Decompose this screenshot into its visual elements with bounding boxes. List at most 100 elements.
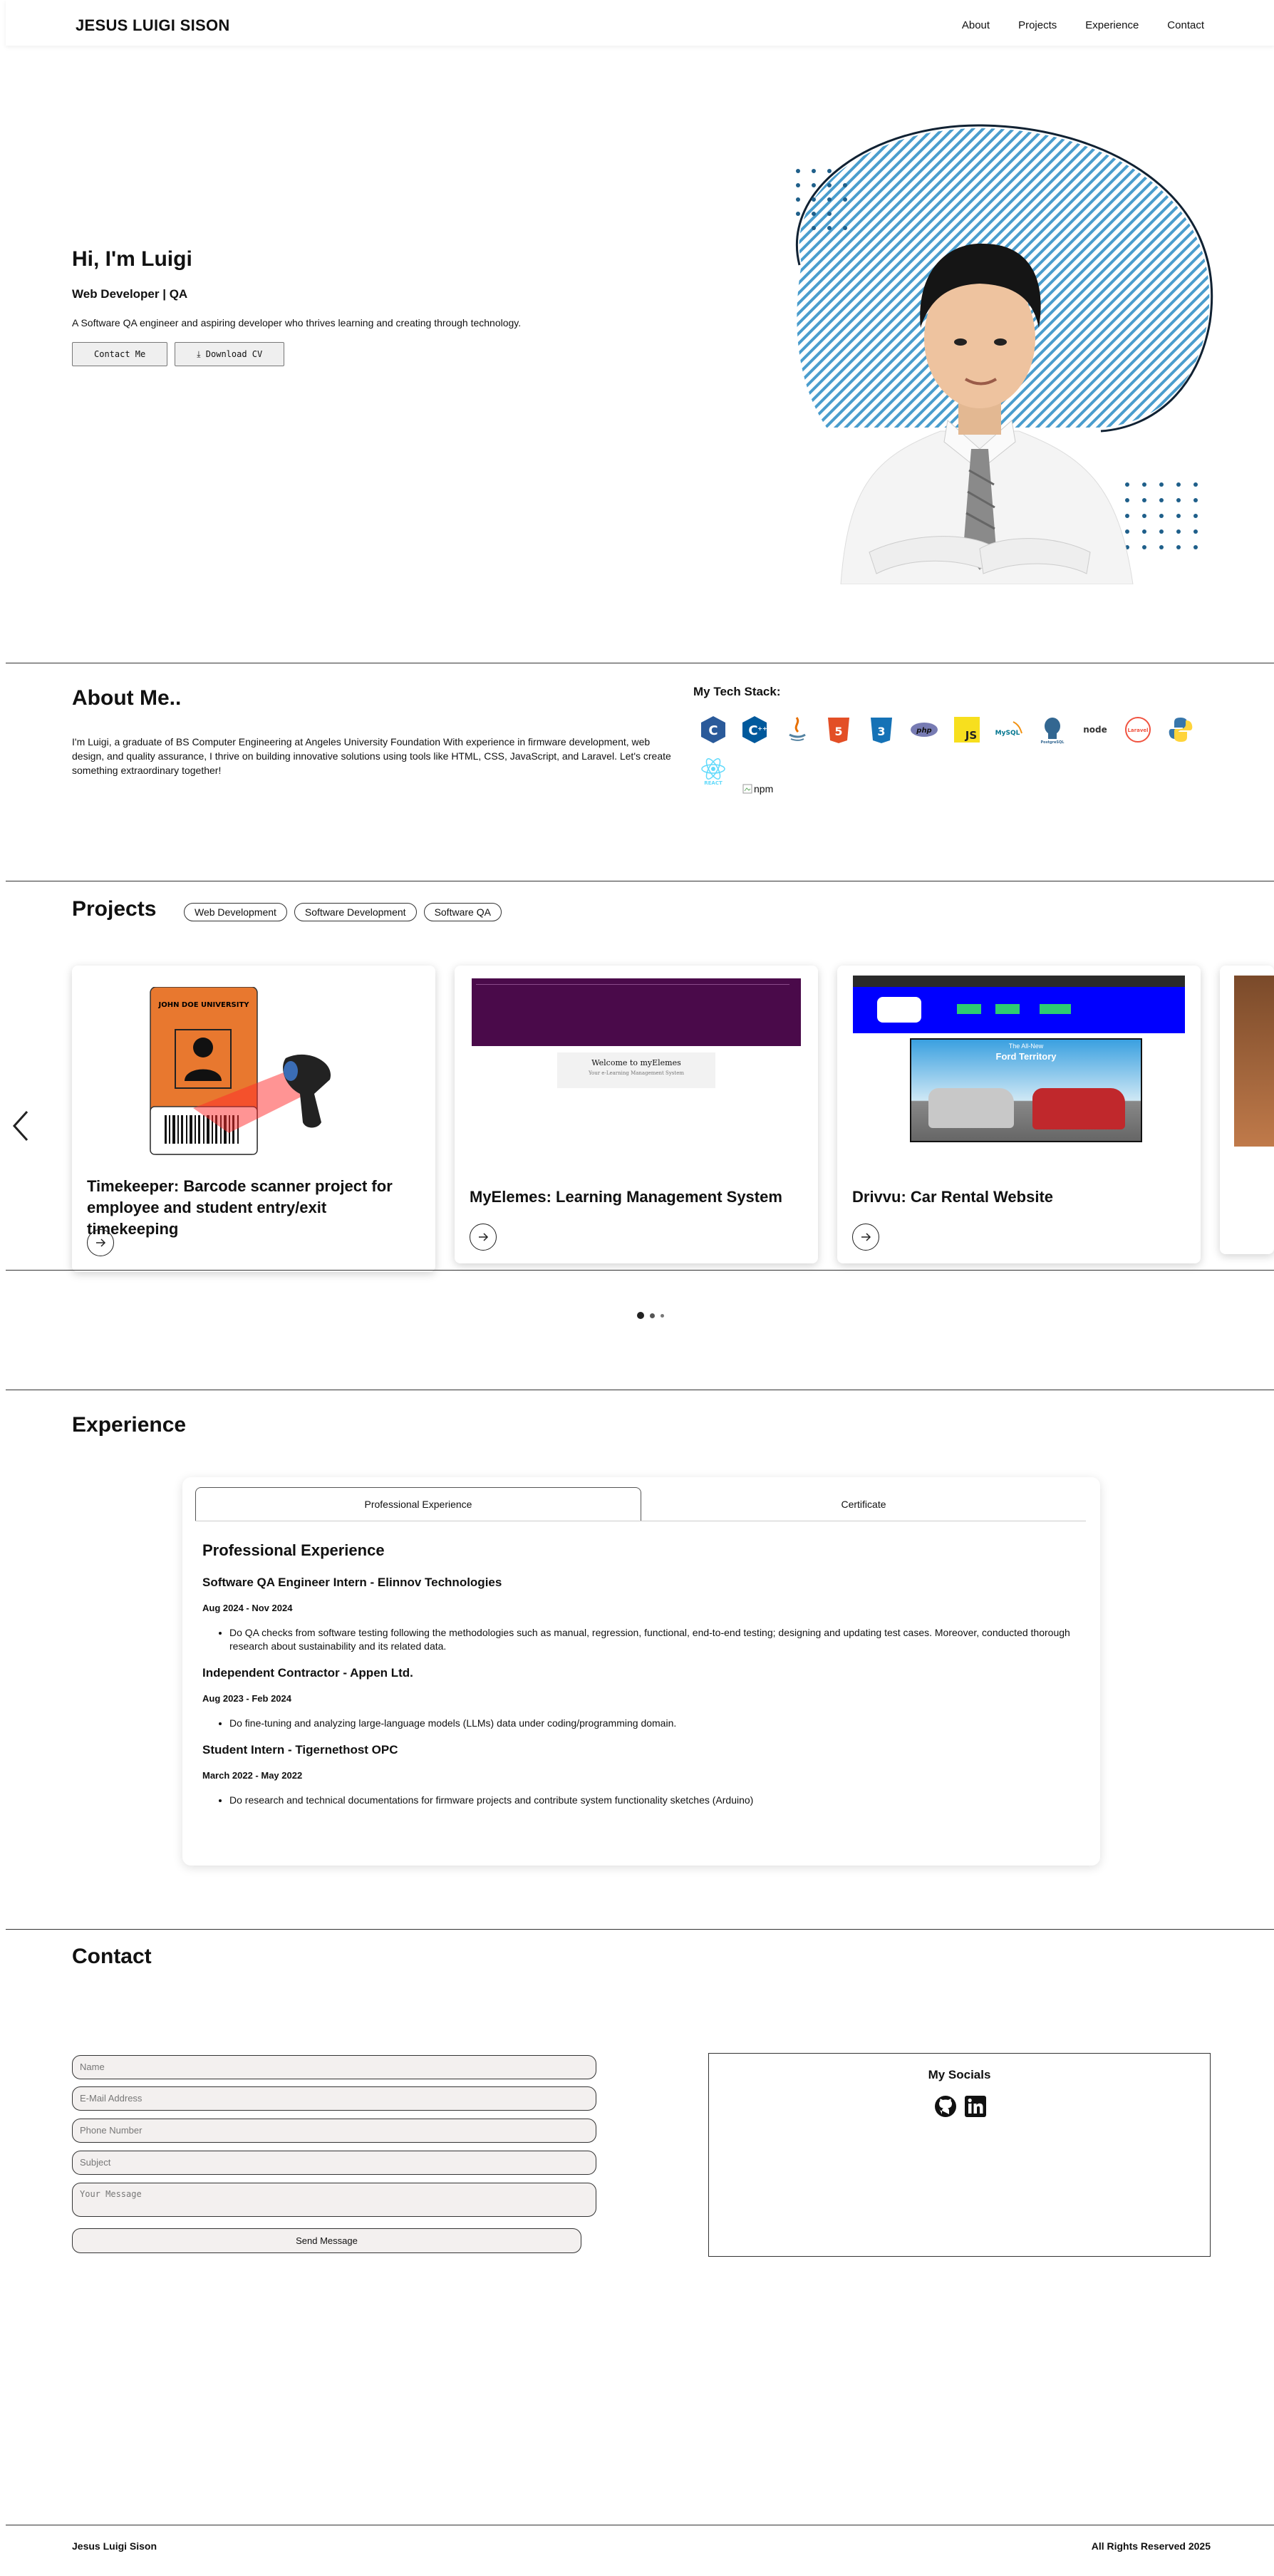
project-filters: Web Development Software Development Sof… xyxy=(184,903,502,921)
contact-me-button[interactable]: Contact Me xyxy=(72,342,168,366)
project-card-timekeeper[interactable]: JOHN DOE UNIVERSITY Timekeeper: Barcode … xyxy=(72,966,435,1272)
hero-description: A Software QA engineer and aspiring deve… xyxy=(72,317,522,329)
svg-text:node: node xyxy=(1083,725,1107,735)
svg-text:5: 5 xyxy=(834,725,842,738)
carousel-dot[interactable] xyxy=(650,1313,655,1318)
about-text: I'm Luigi, a graduate of BS Computer Eng… xyxy=(72,736,671,776)
project-card-drivvu[interactable]: The All-New Ford Territory Drivvu: Car R… xyxy=(837,966,1201,1263)
svg-text:REACT: REACT xyxy=(704,780,723,786)
laravel-icon: Laravel xyxy=(1125,717,1151,743)
job-bullet: Do fine-tuning and analyzing large-langu… xyxy=(229,1717,1079,1730)
message-field[interactable]: Your Message xyxy=(72,2183,596,2217)
broken-image-icon xyxy=(742,784,752,794)
svg-text:MySQL: MySQL xyxy=(995,730,1020,737)
svg-text:JS: JS xyxy=(965,729,977,742)
job-bullet: Do research and technical documentations… xyxy=(229,1794,1079,1807)
footer-name: Jesus Luigi Sison xyxy=(72,2540,157,2552)
experience-content: Professional Experience Software QA Engi… xyxy=(202,1541,1079,1820)
social-icons xyxy=(934,2095,987,2118)
carousel-prev-arrow[interactable] xyxy=(10,1108,31,1144)
hero-buttons: Contact Me ⤓ Download CV xyxy=(72,342,285,366)
download-cv-button[interactable]: ⤓ Download CV xyxy=(175,342,285,366)
drivvu-hero-image: The All-New Ford Territory xyxy=(910,1038,1142,1142)
job-bullets: Do QA checks from software testing follo… xyxy=(229,1626,1079,1653)
send-message-button[interactable]: Send Message xyxy=(72,2228,581,2253)
arrow-right-icon[interactable] xyxy=(87,1229,114,1256)
html5-icon: 5 xyxy=(828,718,849,743)
hero-title: Hi, I'm Luigi xyxy=(72,247,192,271)
svg-text:Laravel: Laravel xyxy=(1127,728,1148,733)
drivvu-hero-heading: The All-New xyxy=(1008,1043,1044,1050)
experience-title: Experience xyxy=(72,1413,187,1437)
carousel-dots xyxy=(637,1312,664,1319)
cpp-icon: C ++ xyxy=(742,716,767,743)
experience-heading: Professional Experience xyxy=(202,1541,385,1559)
arrow-right-icon[interactable] xyxy=(470,1224,497,1251)
linkedin-icon[interactable] xyxy=(964,2095,987,2118)
project-card-title: MyElemes: Learning Management System xyxy=(470,1188,782,1206)
svg-text:php: php xyxy=(916,727,931,735)
postgresql-icon: PostgreSQL xyxy=(1041,718,1065,745)
npm-alt-text: npm xyxy=(754,783,774,795)
php-icon: php xyxy=(911,723,938,737)
project-card-partial[interactable] xyxy=(1220,966,1274,1254)
css3-icon: 3 xyxy=(871,718,892,743)
job-title: Student Intern - Tigernethost OPC xyxy=(202,1743,398,1757)
brand-logo[interactable]: JESUS LUIGI SISON xyxy=(76,16,230,35)
job-title: Independent Contractor - Appen Ltd. xyxy=(202,1666,413,1680)
javascript-icon: JS xyxy=(954,717,980,743)
drivvu-header xyxy=(853,987,1185,1033)
react-icon: REACT xyxy=(701,758,725,786)
svg-text:++: ++ xyxy=(757,725,767,732)
subject-field[interactable]: Subject xyxy=(72,2151,596,2175)
job-title: Software QA Engineer Intern - Elinnov Te… xyxy=(202,1576,502,1589)
c-icon: C xyxy=(701,716,725,743)
experience-card: Professional Experience Certificate Prof… xyxy=(182,1477,1100,1866)
experience-tabs: Professional Experience Certificate xyxy=(195,1487,1086,1521)
socials-title: My Socials xyxy=(928,2068,991,2081)
phone-field[interactable]: Phone Number xyxy=(72,2119,596,2143)
tab-certificate[interactable]: Certificate xyxy=(641,1487,1086,1521)
drivvu-hero-sub: Ford Territory xyxy=(995,1051,1057,1062)
svg-text:PostgreSQL: PostgreSQL xyxy=(1041,740,1065,745)
hero-role: Web Developer | QA xyxy=(72,287,188,301)
job-date: Aug 2023 - Feb 2024 xyxy=(202,1693,291,1704)
name-field[interactable]: Name xyxy=(72,2055,596,2079)
arrow-right-icon[interactable] xyxy=(852,1224,879,1251)
socials-box: My Socials xyxy=(708,2053,1211,2257)
mysql-icon: MySQL xyxy=(995,721,1022,737)
nav-link-contact[interactable]: Contact xyxy=(1167,19,1204,31)
badge-university-text: JOHN DOE UNIVERSITY xyxy=(157,1001,249,1009)
carousel-dot-active[interactable] xyxy=(637,1312,644,1319)
email-field[interactable]: E-Mail Address xyxy=(72,2086,596,2111)
java-icon xyxy=(789,717,806,741)
section-divider xyxy=(6,1929,1274,1930)
timekeeper-image: JOHN DOE UNIVERSITY xyxy=(150,987,331,1155)
job-bullets: Do research and technical documentations… xyxy=(229,1794,1079,1807)
filter-software-development[interactable]: Software Development xyxy=(294,903,417,921)
filter-web-development[interactable]: Web Development xyxy=(184,903,287,921)
project-card-myelemes[interactable]: Welcome to myElemes Your e-Learning Mana… xyxy=(455,966,818,1263)
contact-title: Contact xyxy=(72,1945,152,1968)
tech-stack-title: My Tech Stack: xyxy=(693,685,781,698)
tab-professional-experience[interactable]: Professional Experience xyxy=(195,1487,641,1521)
nav-links: About Projects Experience Contact xyxy=(962,19,1204,31)
job-date: Aug 2024 - Nov 2024 xyxy=(202,1603,293,1613)
filter-software-qa[interactable]: Software QA xyxy=(423,903,502,921)
npm-broken-image: npm xyxy=(742,783,773,795)
svg-text:C: C xyxy=(708,723,718,738)
github-icon[interactable] xyxy=(934,2095,957,2118)
browser-bar xyxy=(853,976,1185,987)
nav-link-experience[interactable]: Experience xyxy=(1085,19,1139,31)
project-card-title: Drivvu: Car Rental Website xyxy=(852,1188,1054,1206)
about-title: About Me.. xyxy=(72,686,182,710)
footer-rights: All Rights Reserved 2025 xyxy=(1091,2540,1211,2552)
carousel-dot[interactable] xyxy=(661,1313,664,1318)
myelemes-welcome-heading: Welcome to myElemes xyxy=(591,1058,681,1067)
nav-link-projects[interactable]: Projects xyxy=(1018,19,1057,31)
navbar: JESUS LUIGI SISON About Projects Experie… xyxy=(6,0,1274,46)
myelemes-welcome-sub: Your e-Learning Management System xyxy=(589,1070,684,1076)
nav-link-about[interactable]: About xyxy=(962,19,990,31)
myelemes-welcome-panel: Welcome to myElemes Your e-Learning Mana… xyxy=(557,1052,715,1088)
job-bullets: Do fine-tuning and analyzing large-langu… xyxy=(229,1717,1079,1730)
